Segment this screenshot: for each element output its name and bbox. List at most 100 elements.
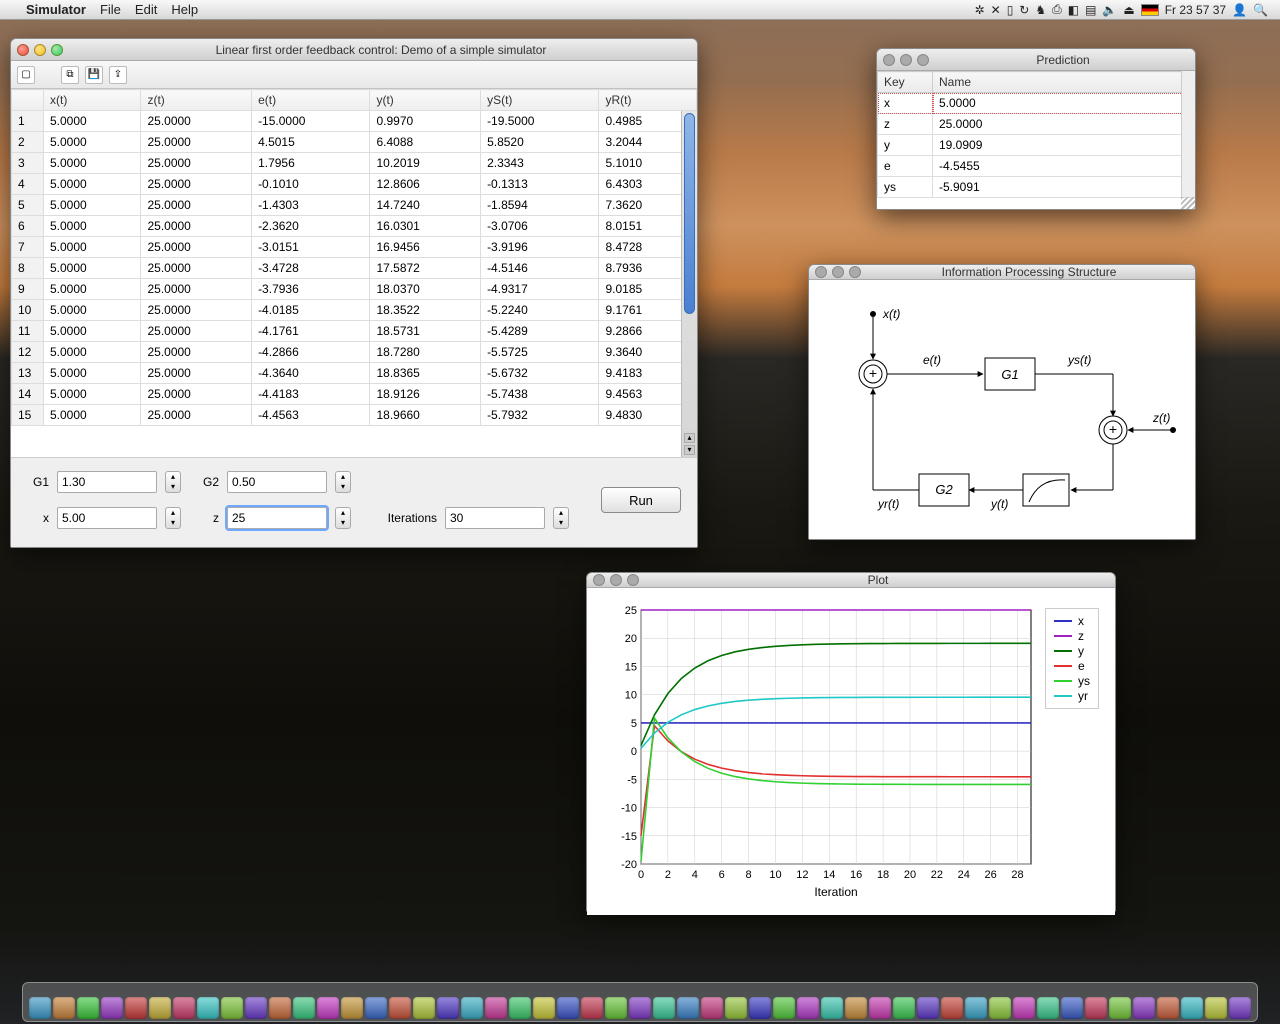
dock-app-icon[interactable] <box>533 997 555 1019</box>
dock-app-icon[interactable] <box>1205 997 1227 1019</box>
table-row[interactable]: 105.000025.0000-4.018518.3522-5.22409.17… <box>12 300 697 321</box>
user-icon[interactable]: 👤 <box>1232 3 1247 17</box>
dock-app-icon[interactable] <box>725 997 747 1019</box>
table-row[interactable]: y19.0909 <box>878 135 1195 156</box>
dock-app-icon[interactable] <box>29 997 51 1019</box>
dock-app-icon[interactable] <box>1133 997 1155 1019</box>
table-row[interactable]: 155.000025.0000-4.456318.9660-5.79329.48… <box>12 405 697 426</box>
dock-app-icon[interactable] <box>965 997 987 1019</box>
dock-app-icon[interactable] <box>269 997 291 1019</box>
dock-app-icon[interactable] <box>461 997 483 1019</box>
scrollbar-thumb[interactable] <box>684 113 695 314</box>
dock-app-icon[interactable] <box>485 997 507 1019</box>
export-icon[interactable]: ⇪ <box>109 66 127 84</box>
table-row[interactable]: 25.000025.00004.50156.40885.85203.2044 <box>12 132 697 153</box>
dock-app-icon[interactable] <box>101 997 123 1019</box>
vertical-scrollbar[interactable]: ▴ ▾ <box>681 111 697 457</box>
scroll-up-icon[interactable]: ▴ <box>684 433 695 443</box>
dock-app-icon[interactable] <box>893 997 915 1019</box>
dock-app-icon[interactable] <box>1157 997 1179 1019</box>
dock-app-icon[interactable] <box>1229 997 1251 1019</box>
column-header[interactable]: Key <box>878 72 933 93</box>
dock-app-icon[interactable] <box>77 997 99 1019</box>
table-row[interactable]: 35.000025.00001.795610.20192.33435.1010 <box>12 153 697 174</box>
titlebar[interactable]: Prediction <box>877 49 1195 71</box>
menu-file[interactable]: File <box>100 2 121 17</box>
new-doc-icon[interactable]: ▢ <box>17 66 35 84</box>
minimize-icon[interactable] <box>900 54 912 66</box>
table-row[interactable]: ys-5.9091 <box>878 177 1195 198</box>
column-header[interactable] <box>12 90 44 111</box>
dock-app-icon[interactable] <box>701 997 723 1019</box>
zoom-icon[interactable] <box>849 266 861 278</box>
table-row[interactable]: 115.000025.0000-4.176118.5731-5.42899.28… <box>12 321 697 342</box>
dock-app-icon[interactable] <box>605 997 627 1019</box>
column-header[interactable]: yS(t) <box>481 90 599 111</box>
dock-app-icon[interactable] <box>317 997 339 1019</box>
titlebar[interactable]: Linear first order feedback control: Dem… <box>11 39 697 61</box>
dock-app-icon[interactable] <box>845 997 867 1019</box>
table-row[interactable]: e-4.5455 <box>878 156 1195 177</box>
dock-app-icon[interactable] <box>989 997 1011 1019</box>
dock-app-icon[interactable] <box>245 997 267 1019</box>
table-row[interactable]: z25.0000 <box>878 114 1195 135</box>
prediction-table[interactable]: Key Name x5.0000z25.0000y19.0909e-4.5455… <box>877 71 1195 209</box>
column-header[interactable]: yR(t) <box>599 90 697 111</box>
close-icon[interactable] <box>17 44 29 56</box>
column-header[interactable]: z(t) <box>141 90 252 111</box>
minimize-icon[interactable] <box>832 266 844 278</box>
dock-app-icon[interactable] <box>125 997 147 1019</box>
table-row[interactable]: 65.000025.0000-2.362016.0301-3.07068.015… <box>12 216 697 237</box>
input-flag-icon[interactable] <box>1141 4 1159 16</box>
dock-app-icon[interactable] <box>509 997 531 1019</box>
iterations-input[interactable] <box>445 507 545 529</box>
g2-input[interactable] <box>227 471 327 493</box>
close-icon[interactable] <box>593 574 605 586</box>
zoom-icon[interactable] <box>917 54 929 66</box>
eject-icon[interactable]: ⏏ <box>1123 3 1134 17</box>
volume-icon[interactable]: 🔈 <box>1102 3 1117 17</box>
menu-extra-icon[interactable]: ▯ <box>1007 3 1014 17</box>
dock-app-icon[interactable] <box>1181 997 1203 1019</box>
dock-app-icon[interactable] <box>221 997 243 1019</box>
dock-app-icon[interactable] <box>1037 997 1059 1019</box>
save-icon[interactable]: 💾 <box>85 66 103 84</box>
dock-app-icon[interactable] <box>629 997 651 1019</box>
iterations-stepper[interactable]: ▴▾ <box>553 507 569 529</box>
titlebar[interactable]: Information Processing Structure <box>809 265 1195 280</box>
dock-app-icon[interactable] <box>1013 997 1035 1019</box>
spotlight-icon[interactable]: 🔍 <box>1253 3 1268 17</box>
z-stepper[interactable]: ▴▾ <box>335 507 351 529</box>
table-row[interactable]: 15.000025.0000-15.00000.9970-19.50000.49… <box>12 111 697 132</box>
table-row[interactable]: 125.000025.0000-4.286618.7280-5.57259.36… <box>12 342 697 363</box>
table-row[interactable]: x5.0000 <box>878 93 1195 114</box>
dock-app-icon[interactable] <box>653 997 675 1019</box>
app-menu[interactable]: Simulator <box>26 2 86 17</box>
dock-app-icon[interactable] <box>1109 997 1131 1019</box>
dock-app-icon[interactable] <box>437 997 459 1019</box>
close-icon[interactable] <box>883 54 895 66</box>
dock-app-icon[interactable] <box>797 997 819 1019</box>
data-table[interactable]: x(t)z(t)e(t)y(t)yS(t)yR(t) 15.000025.000… <box>11 89 697 457</box>
menu-extra-icon[interactable]: ⎙ <box>1052 2 1062 17</box>
z-input[interactable] <box>227 507 327 529</box>
dock-app-icon[interactable] <box>677 997 699 1019</box>
column-header[interactable]: x(t) <box>44 90 141 111</box>
g2-stepper[interactable]: ▴▾ <box>335 471 351 493</box>
vertical-scrollbar[interactable] <box>1181 71 1195 197</box>
dock-app-icon[interactable] <box>197 997 219 1019</box>
column-header[interactable]: Name <box>933 72 1195 93</box>
zoom-icon[interactable] <box>627 574 639 586</box>
scroll-down-icon[interactable]: ▾ <box>684 445 695 455</box>
dock-app-icon[interactable] <box>917 997 939 1019</box>
dock-app-icon[interactable] <box>341 997 363 1019</box>
dock-app-icon[interactable] <box>941 997 963 1019</box>
column-header[interactable]: e(t) <box>252 90 370 111</box>
run-button[interactable]: Run <box>601 487 681 513</box>
menu-extra-icon[interactable]: ▤ <box>1085 3 1096 17</box>
dock-app-icon[interactable] <box>53 997 75 1019</box>
dock-app-icon[interactable] <box>821 997 843 1019</box>
dock-app-icon[interactable] <box>581 997 603 1019</box>
g1-stepper[interactable]: ▴▾ <box>165 471 181 493</box>
close-icon[interactable] <box>815 266 827 278</box>
